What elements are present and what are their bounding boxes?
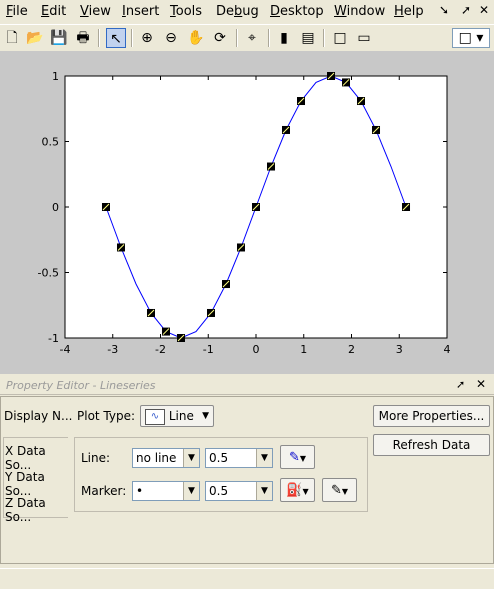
line-marker-group: Line: no line ▼ 0.5 ▼ ✎▼ Marker: • ▼ 0.5 ▼ ⛽… [74,437,368,512]
x-tick-label: 1 [300,343,307,356]
close-icon[interactable]: ✕ [476,3,492,19]
line-width-combo[interactable]: 0.5 ▼ [205,448,273,468]
menu-window[interactable]: Window [334,4,385,19]
x-tick-label: -2 [155,343,166,356]
legend-icon[interactable]: ▤ [298,28,318,48]
chevron-down-icon: ▼ [183,482,199,500]
data-cursor-icon[interactable]: ⌖ [242,28,262,48]
open-folder-icon[interactable]: 📂 [25,28,45,48]
dock-controls-icon[interactable]: □ ▾ [452,28,490,48]
close-icon[interactable]: ✕ [476,377,486,391]
pan-hand-icon[interactable]: ✋ [186,28,206,48]
paint-bucket-icon: ⛽ [286,483,303,498]
y-tick-label: -0.5 [38,267,59,280]
marker-edge-color-button[interactable]: ✎▼ [322,478,357,502]
chevron-down-icon: ▼ [341,487,349,496]
x-tick-label: -4 [60,343,71,356]
x-tick-label: 0 [253,343,260,356]
status-bar [0,568,494,589]
zoom-out-icon[interactable]: ⊖ [161,28,181,48]
print-icon[interactable]: 🖶 [73,28,93,48]
y-data-source-label: Y Data So... [5,470,45,498]
line-plot[interactable]: -4 -3 -2 -1 0 1 2 3 4 -1 -0.5 0 0.5 1 [0,51,494,374]
chevron-down-icon: ▼ [202,411,209,421]
z-data-source-label: Z Data So... [5,496,46,524]
marker-fill-color-button[interactable]: ⛽▼ [280,478,315,502]
marker-style-dropdown[interactable]: • ▼ [132,481,200,501]
data-source-group: X Data So... Y Data So... Z Data So... [3,437,68,524]
menu-debug[interactable]: Debug [216,4,259,19]
line-color-button[interactable]: ✎▼ [280,445,315,469]
menu-desktop[interactable]: Desktop [270,4,324,19]
property-editor-title: Property Editor - Lineseries [6,379,156,392]
y-tick-label: 0.5 [42,136,60,149]
show-plot-tools-icon[interactable]: ▭ [354,28,374,48]
menubar: File Edit View Insert Tools Debug Deskto… [0,0,494,24]
chevron-down-icon: ▼ [183,449,199,467]
refresh-data-button[interactable]: Refresh Data [373,434,490,456]
chevron-down-icon: ▼ [302,487,309,496]
menu-insert[interactable]: Insert [122,4,159,19]
pen-icon: ✎ [330,483,342,498]
x-tick-label: -1 [203,343,214,356]
display-name-label: Display N... [4,409,73,423]
y-tick-label: 1 [52,70,59,83]
y-tick-label: -1 [48,332,59,345]
line-type-icon: ∿ [145,408,165,425]
figure-area: -4 -3 -2 -1 0 1 2 3 4 -1 -0.5 0 0.5 1 [0,51,494,374]
undock-icon[interactable]: ➚ [458,3,474,19]
undock-icon[interactable]: ➚ [456,378,465,391]
property-editor: Display N... Plot Type: ∿ Line ▼ More Pr… [0,396,494,564]
property-editor-header: Property Editor - Lineseries ➚ ✕ [0,377,494,395]
marker-size-combo[interactable]: 0.5 ▼ [205,481,273,501]
line-style-dropdown[interactable]: no line ▼ [132,448,200,468]
marker-label: Marker: [81,484,127,498]
chevron-down-icon: ▼ [256,482,272,500]
x-tick-label: 3 [396,343,403,356]
menu-tools[interactable]: Tools [170,4,202,19]
new-file-icon[interactable]: 🗋 [2,28,22,48]
plot-type-label: Plot Type: [77,409,136,423]
menu-file[interactable]: File [6,4,28,19]
pointer-icon[interactable]: ↖ [106,28,126,48]
save-icon[interactable]: 💾 [49,28,69,48]
pen-icon: ✎ [288,450,300,465]
x-tick-label: 2 [348,343,355,356]
colorbar-icon[interactable]: ▮ [274,28,294,48]
line-label: Line: [81,451,111,465]
x-tick-label: 4 [444,343,451,356]
hide-plot-tools-icon[interactable]: □ [330,28,350,48]
zoom-in-icon[interactable]: ⊕ [137,28,157,48]
plot-type-dropdown[interactable]: ∿ Line ▼ [140,405,214,427]
rotate-3d-icon[interactable]: ⟳ [210,28,230,48]
x-data-source-label: X Data So... [5,444,46,472]
x-tick-label: -3 [107,343,118,356]
menu-help[interactable]: Help [394,4,424,19]
chevron-down-icon: ▼ [299,454,307,463]
chevron-down-icon: ▼ [256,449,272,467]
more-properties-button[interactable]: More Properties... [373,405,490,427]
toolbar: 🗋 📂 💾 🖶 ↖ ⊕ ⊖ ✋ ⟳ ⌖ ▮ ▤ □ ▭ □ ▾ [0,24,494,52]
menu-view[interactable]: View [80,4,111,19]
menu-edit[interactable]: Edit [41,4,66,19]
dock-arrow-icon[interactable]: ➘ [436,3,452,19]
y-tick-label: 0 [52,201,59,214]
